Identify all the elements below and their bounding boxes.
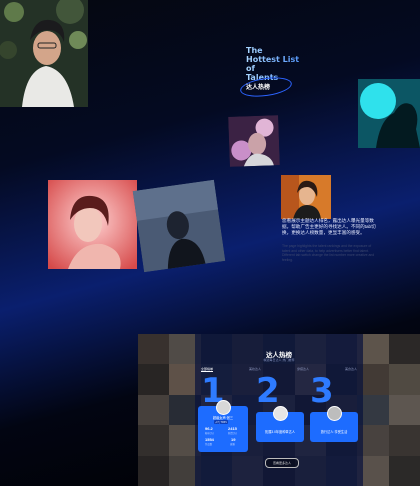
headline-line-3: of: [246, 64, 255, 73]
tab-food[interactable]: 美食达人: [345, 367, 357, 372]
portrait-photo-orange: [281, 175, 331, 219]
headline-line-1: The: [246, 46, 263, 55]
talent-card-2[interactable]: 拓展3.0年度种草达人: [256, 406, 304, 442]
stat-label: 作品数: [205, 443, 213, 446]
flower-photo-small: [228, 115, 280, 167]
description-cn: 您看展示主题达人排名，露出达人曝光量等数据，帮助广告主更好的寻找达人。不同的ta…: [282, 218, 376, 236]
portrait-photo-pink: [48, 180, 137, 269]
tab-outfit[interactable]: 穿搭达人: [297, 367, 309, 372]
description-en: The page highlights the talent rankings …: [282, 244, 375, 262]
talent-name-2: 拓展3.0年度种草达人: [265, 430, 295, 434]
stat-label: 获赞(万): [228, 432, 237, 435]
headline-subtitle: 达人热榜: [246, 85, 271, 91]
panel-subtitle: 精选每日达人·热门推荐: [263, 358, 295, 362]
talent-name-3: 旅行达人·享受生活: [320, 430, 348, 434]
status-badge: 人气 TOP1: [214, 420, 228, 424]
stat-label: 直播: [230, 443, 235, 446]
view-more-button[interactable]: 查看更多达人: [265, 458, 299, 468]
portrait-photo-dark: [132, 179, 226, 273]
stat-label: 粉丝(万): [205, 432, 214, 435]
portrait-photo-top-left: [0, 0, 88, 107]
talent-card-1[interactable]: 超级女声·张三 人气 TOP1 96.2 粉丝(万) 2415 获赞(万) 15…: [198, 400, 248, 452]
avatar: [216, 400, 231, 415]
avatar: [327, 406, 342, 421]
headline-line-2: Hottest List: [246, 55, 300, 64]
rank-number-3: 3: [310, 371, 334, 411]
avatar: [273, 406, 288, 421]
rank-number-2: 2: [256, 371, 280, 411]
headline: The Hottest List of Talents: [246, 46, 326, 82]
talent-card-3[interactable]: 旅行达人·享受生活: [310, 406, 358, 442]
silhouette-photo-cyan: [358, 79, 420, 148]
